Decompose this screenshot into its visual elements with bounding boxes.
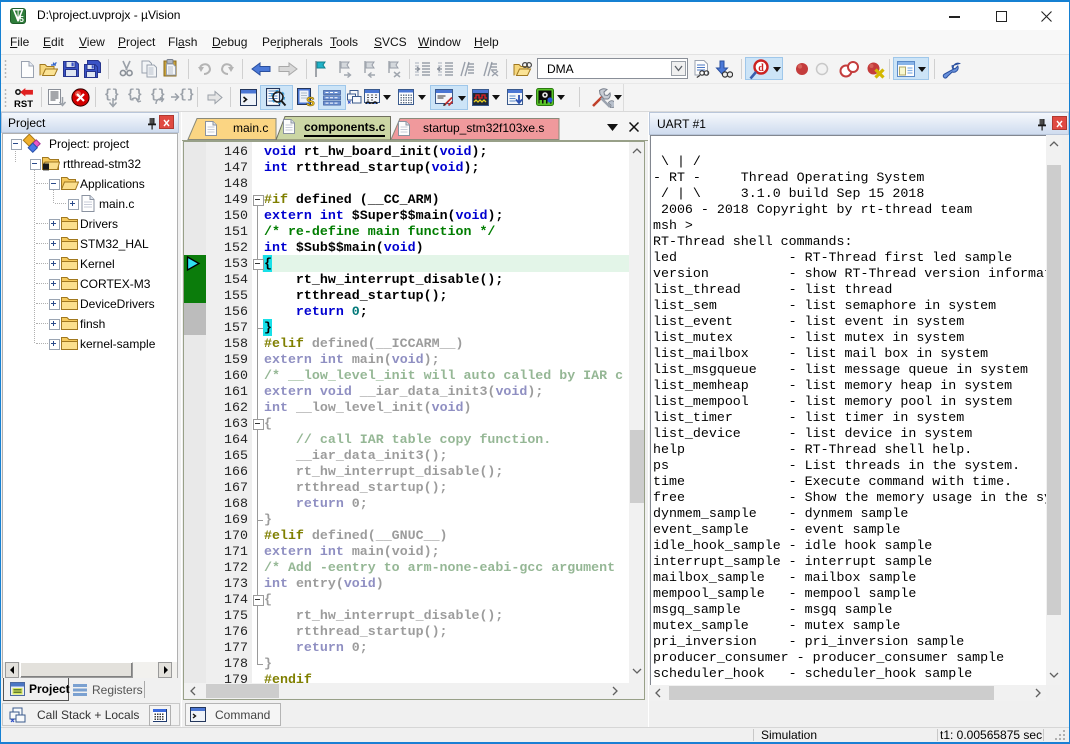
svg-text:5: 5: [19, 15, 24, 24]
svg-text:d: d: [758, 63, 764, 74]
svg-text:RST: RST: [14, 99, 33, 109]
svg-text:S: S: [306, 94, 315, 107]
